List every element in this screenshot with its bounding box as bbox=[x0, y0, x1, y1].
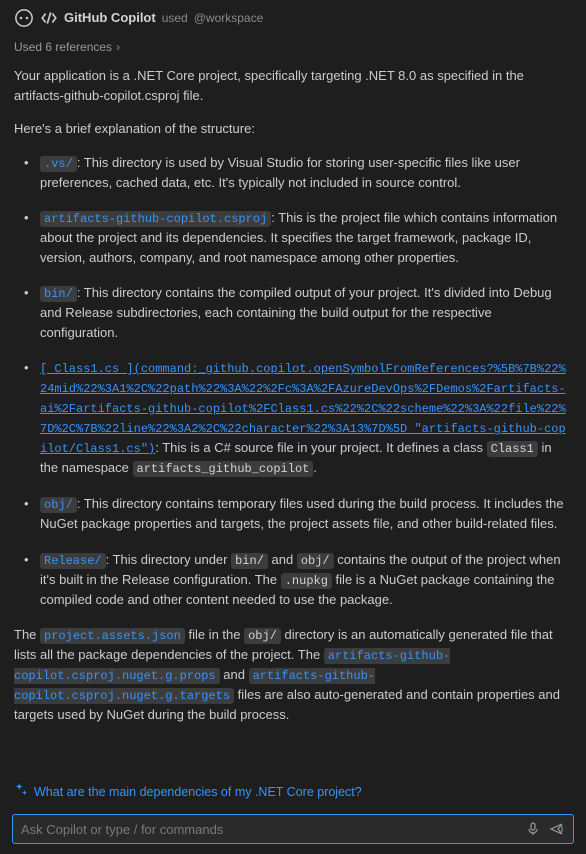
code-chip-vs[interactable]: .vs/ bbox=[40, 156, 77, 172]
list-item-text: : This is a C# source file in your proje… bbox=[155, 440, 486, 455]
chat-response: Your application is a .NET Core project,… bbox=[0, 66, 586, 775]
code-chip-bin[interactable]: bin/ bbox=[40, 286, 77, 302]
outro-text: The project.assets.json file in the obj/… bbox=[14, 625, 572, 725]
code-chip-csproj[interactable]: artifacts-github-copilot.csproj bbox=[40, 211, 271, 227]
chat-input[interactable] bbox=[21, 822, 517, 837]
code-chip-assets[interactable]: project.assets.json bbox=[40, 628, 185, 644]
structure-list: .vs/: This directory is used by Visual S… bbox=[14, 153, 572, 610]
list-item: Release/: This directory under bin/ and … bbox=[28, 550, 572, 610]
workspace-tag: @workspace bbox=[194, 9, 264, 27]
code-chip-obj[interactable]: obj/ bbox=[40, 497, 77, 513]
code-icon bbox=[40, 9, 58, 27]
list-item-text: and bbox=[268, 552, 297, 567]
list-item-text: : This directory under bbox=[106, 552, 231, 567]
list-item: .vs/: This directory is used by Visual S… bbox=[28, 153, 572, 193]
list-item: [ Class1.cs ](command:_github.copilot.op… bbox=[28, 358, 572, 478]
references-label: Used 6 references bbox=[14, 38, 112, 56]
followup-suggestion[interactable]: What are the main dependencies of my .NE… bbox=[0, 775, 586, 811]
list-item: bin/: This directory contains the compil… bbox=[28, 283, 572, 342]
chat-header: GitHub Copilot used @workspace bbox=[0, 0, 586, 32]
followup-text: What are the main dependencies of my .NE… bbox=[34, 783, 362, 802]
list-item: artifacts-github-copilot.csproj: This is… bbox=[28, 208, 572, 267]
list-item-text: . bbox=[313, 460, 317, 475]
list-item-text: : This directory contains the compiled o… bbox=[40, 285, 552, 340]
references-toggle[interactable]: Used 6 references › bbox=[0, 32, 586, 66]
send-button[interactable] bbox=[549, 821, 565, 837]
chat-title: GitHub Copilot bbox=[64, 8, 156, 28]
chat-input-container bbox=[12, 814, 574, 844]
chat-used-label: used bbox=[162, 9, 188, 27]
intro-text-2: Here's a brief explanation of the struct… bbox=[14, 119, 572, 139]
copilot-icon bbox=[14, 8, 34, 28]
code-chip-bin2: bin/ bbox=[231, 553, 268, 569]
code-chip-obj2: obj/ bbox=[297, 553, 334, 569]
code-chip-nupkg: .nupkg bbox=[281, 573, 332, 589]
mic-button[interactable] bbox=[525, 821, 541, 837]
chevron-right-icon: › bbox=[116, 38, 120, 56]
intro-text-1: Your application is a .NET Core project,… bbox=[14, 66, 572, 105]
list-item-text: : This directory contains temporary file… bbox=[40, 496, 564, 531]
list-item: obj/: This directory contains temporary … bbox=[28, 494, 572, 534]
sparkle-icon bbox=[14, 783, 28, 803]
code-chip-namespace: artifacts_github_copilot bbox=[133, 461, 314, 477]
code-chip-class1: Class1 bbox=[487, 441, 538, 457]
code-chip-release[interactable]: Release/ bbox=[40, 553, 106, 569]
list-item-text: : This directory is used by Visual Studi… bbox=[40, 155, 520, 190]
code-chip-obj3: obj/ bbox=[244, 628, 281, 644]
